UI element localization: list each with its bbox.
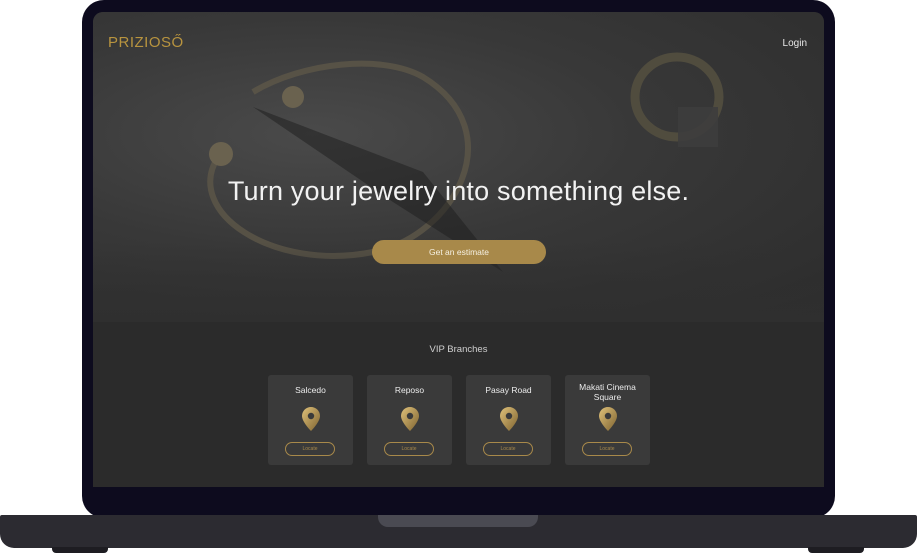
- location-pin-icon: [302, 407, 320, 431]
- location-pin-icon: [500, 407, 518, 431]
- hero-section: PRIZIOSŐ Login Turn your jewelry into so…: [93, 12, 824, 322]
- branch-name: Salcedo: [295, 385, 326, 395]
- branch-card: Pasay Road Locate: [466, 375, 551, 465]
- locate-button[interactable]: Locate: [384, 442, 434, 456]
- branches-title: VIP Branches: [429, 344, 488, 355]
- laptop-notch: [378, 515, 538, 527]
- branch-card: Makati Cinema Square Locate: [565, 375, 650, 465]
- screen: PRIZIOSŐ Login Turn your jewelry into so…: [93, 12, 824, 487]
- location-pin-icon: [401, 407, 419, 431]
- branch-card: Reposo Locate: [367, 375, 452, 465]
- logo[interactable]: PRIZIOSŐ: [108, 34, 184, 51]
- branch-name: Makati Cinema Square: [579, 382, 636, 402]
- branch-name: Pasay Road: [485, 385, 532, 395]
- laptop-foot-right: [808, 547, 864, 553]
- hero-headline: Turn your jewelry into something else.: [227, 176, 690, 206]
- locate-button[interactable]: Locate: [582, 442, 632, 456]
- locate-button[interactable]: Locate: [483, 442, 533, 456]
- branch-card: Salcedo Locate: [268, 375, 353, 465]
- laptop-foot-left: [52, 547, 108, 553]
- location-pin-icon: [599, 407, 617, 431]
- branch-name: Reposo: [394, 385, 425, 395]
- locate-button[interactable]: Locate: [285, 442, 335, 456]
- get-estimate-button[interactable]: Get an estimate: [372, 240, 546, 264]
- logo-text: PRIZIOSŐ: [108, 34, 184, 51]
- login-link[interactable]: Login: [783, 38, 807, 49]
